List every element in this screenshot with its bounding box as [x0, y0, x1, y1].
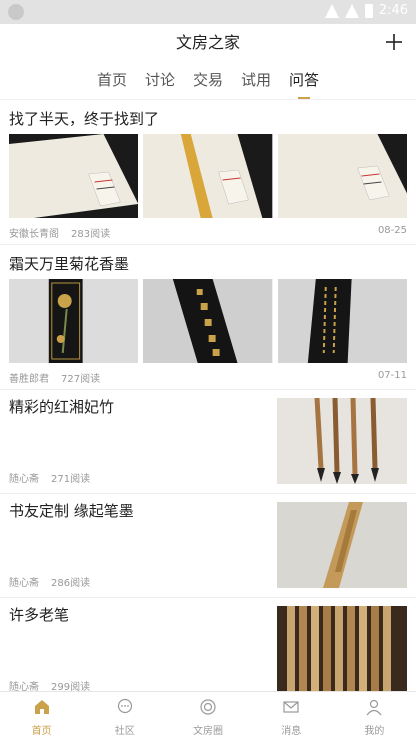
post-author: 随心斋	[9, 682, 39, 691]
post-image[interactable]	[9, 134, 139, 218]
post-card[interactable]: 许多老笔 随心斋 299阅读	[0, 598, 416, 691]
circle-icon	[200, 699, 216, 715]
post-image[interactable]	[277, 502, 407, 588]
post-image[interactable]	[277, 279, 407, 363]
signal-icon	[344, 3, 359, 18]
post-reads: 283阅读	[71, 229, 111, 240]
battery-icon	[364, 3, 373, 18]
nav-label: 社区	[114, 726, 135, 737]
post-author: 随心斋	[9, 578, 39, 589]
post-image[interactable]	[277, 134, 407, 218]
tab-trade[interactable]: 交易	[193, 62, 223, 99]
tab-trial[interactable]: 试用	[241, 62, 271, 99]
nav-label: 首页	[31, 726, 52, 737]
post-date: 07-11	[377, 370, 407, 381]
post-date: 08-25	[377, 225, 407, 236]
post-card[interactable]: 找了半天，终于找到了 安徽长青阁 283阅读 08-25	[0, 100, 416, 245]
bottom-nav: 首页 社区 文房圈 消息 我的	[0, 691, 416, 739]
post-image[interactable]	[277, 398, 407, 484]
add-icon[interactable]	[380, 28, 408, 56]
post-reads: 286阅读	[51, 578, 91, 589]
nav-label: 我的	[364, 726, 385, 737]
post-feed: 找了半天，终于找到了 安徽长青阁 283阅读 08-25 霜天万里菊花香墨 善胜…	[0, 100, 416, 691]
post-reads: 727阅读	[61, 374, 101, 385]
post-title: 霜天万里菊花香墨	[9, 255, 130, 273]
wifi-icon	[324, 3, 339, 18]
post-image[interactable]	[9, 279, 139, 363]
chat-icon	[117, 698, 132, 714]
post-image[interactable]	[143, 134, 273, 218]
nav-community[interactable]: 社区	[83, 692, 166, 739]
post-reads: 299阅读	[51, 682, 91, 691]
tab-bar: 首页 讨论 交易 试用 问答	[0, 62, 416, 100]
post-author: 随心斋	[9, 474, 39, 485]
post-image[interactable]	[143, 279, 273, 363]
user-icon	[366, 699, 382, 716]
post-author: 善胜郎君	[9, 374, 49, 385]
post-card[interactable]: 霜天万里菊花香墨 善胜郎君 727阅读 07-11	[0, 245, 416, 390]
tab-home[interactable]: 首页	[97, 62, 127, 99]
tab-qa[interactable]: 问答	[289, 62, 319, 99]
mail-icon	[283, 701, 299, 713]
post-author: 安徽长青阁	[9, 229, 59, 240]
post-card[interactable]: 精彩的红湘妃竹 随心斋 271阅读	[0, 390, 416, 494]
home-icon	[34, 700, 49, 714]
app-title: 文房之家	[175, 33, 240, 52]
nav-profile[interactable]: 我的	[333, 692, 416, 739]
post-reads: 271阅读	[51, 474, 91, 485]
status-time: 2:46	[378, 3, 408, 18]
post-image[interactable]	[277, 606, 407, 691]
post-title: 找了半天，终于找到了	[9, 110, 160, 128]
nav-messages[interactable]: 消息	[250, 692, 333, 739]
nav-label: 文房圈	[193, 726, 223, 737]
notification-icon	[8, 4, 24, 20]
post-card[interactable]: 书友定制 缘起笔墨 随心斋 286阅读	[0, 494, 416, 598]
nav-label: 消息	[281, 726, 302, 737]
status-bar: 2:46	[0, 0, 416, 24]
tab-discussion[interactable]: 讨论	[145, 62, 175, 99]
nav-home[interactable]: 首页	[0, 692, 83, 739]
title-bar: 文房之家	[0, 24, 416, 62]
nav-circle[interactable]: 文房圈	[166, 692, 249, 739]
